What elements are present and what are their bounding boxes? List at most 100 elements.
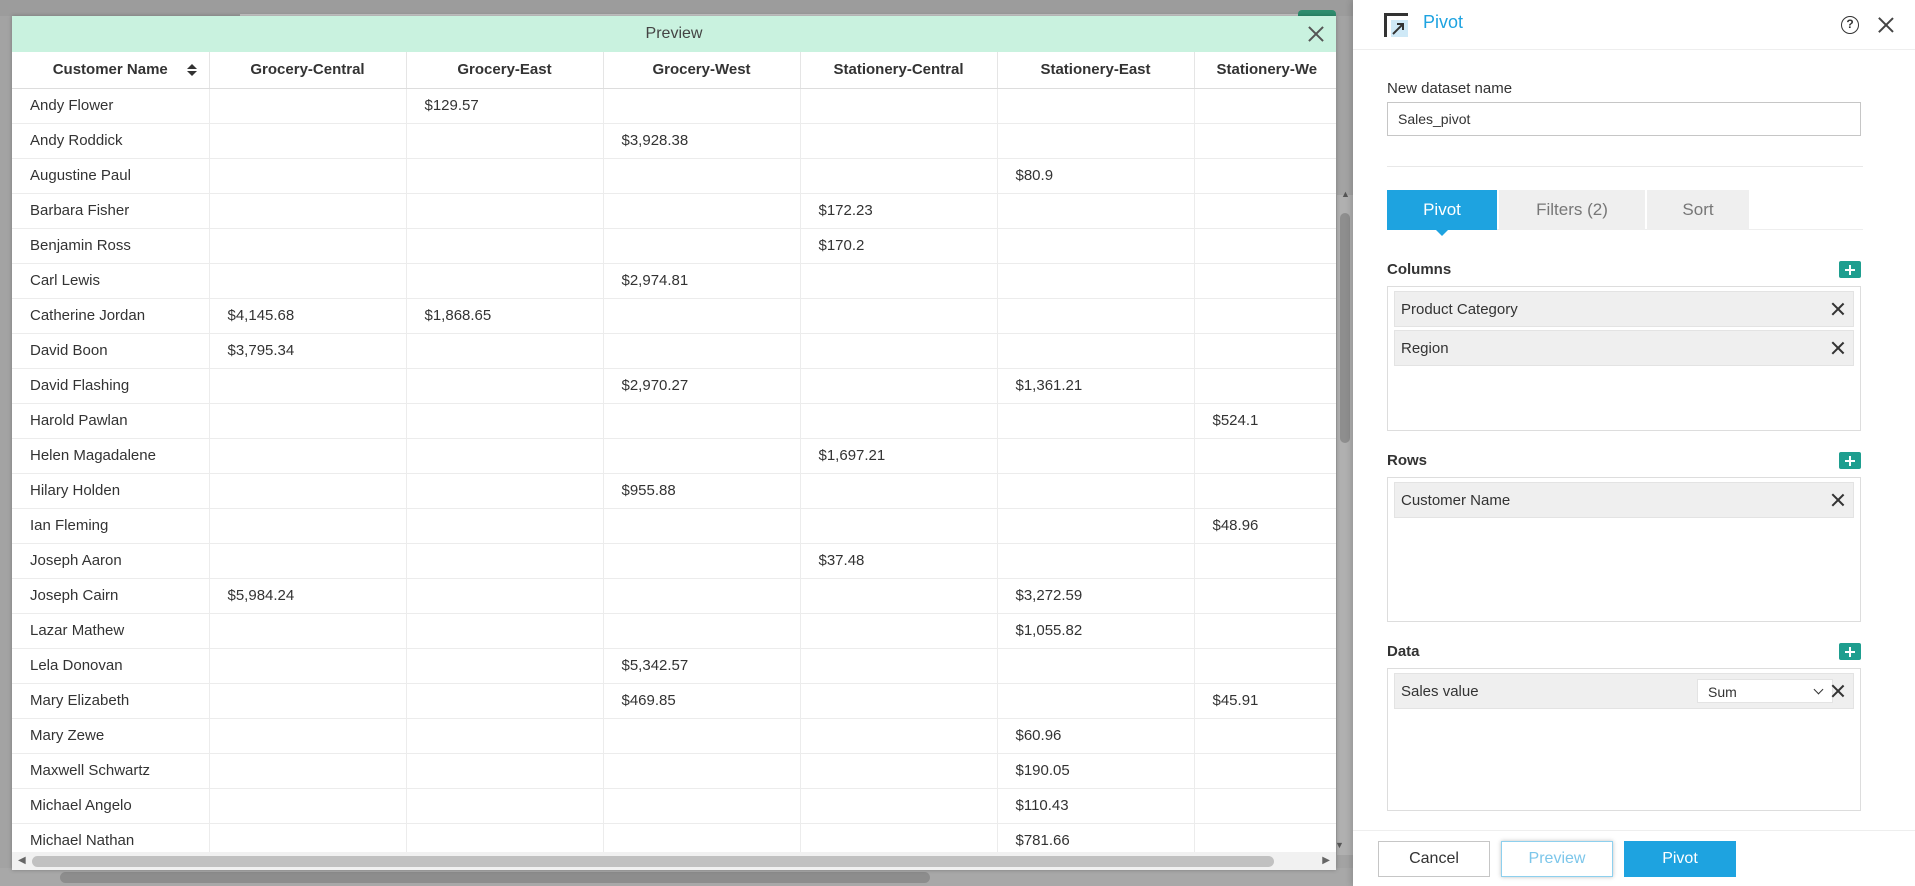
scroll-left-icon[interactable]: ◀: [18, 855, 26, 866]
column-header[interactable]: Stationery-Central: [800, 52, 998, 89]
value-cell: [406, 368, 604, 404]
customer-name-cell: Helen Magadalene: [12, 438, 210, 474]
table-row: Lela Donovan $5,342.57: [12, 648, 1336, 684]
value-cell: [997, 543, 1195, 579]
remove-icon[interactable]: [1831, 302, 1845, 316]
add-column-button[interactable]: [1839, 261, 1861, 278]
value-cell: [406, 753, 604, 789]
value-cell: [209, 823, 407, 852]
background-horizontal-scrollbar[interactable]: [0, 868, 1355, 886]
value-cell: [997, 263, 1195, 299]
sort-icon[interactable]: [186, 64, 197, 76]
customer-name-cell: Andy Flower: [12, 88, 210, 124]
preview-button[interactable]: Preview: [1501, 841, 1613, 877]
value-cell: $37.48: [800, 543, 998, 579]
column-chip[interactable]: Region: [1394, 330, 1854, 366]
panel-tabs: Pivot Filters (2) Sort: [1387, 190, 1863, 236]
value-cell: $524.1: [1194, 403, 1336, 439]
close-icon[interactable]: [1875, 14, 1897, 36]
value-cell: [209, 648, 407, 684]
customer-name-cell: David Flashing: [12, 368, 210, 404]
preview-horizontal-scrollbar[interactable]: ◀ ▶: [12, 852, 1336, 870]
value-cell: [1194, 613, 1336, 649]
value-cell: [209, 683, 407, 719]
column-header-customer-name[interactable]: Customer Name: [12, 52, 210, 89]
preview-table-container[interactable]: Customer Name Grocery-Central Grocery-Ea…: [12, 52, 1336, 852]
remove-icon[interactable]: [1831, 684, 1845, 698]
value-cell: [406, 158, 604, 194]
value-cell: [800, 403, 998, 439]
table-row: Helen Magadalene $1,697.21: [12, 438, 1336, 474]
row-chip[interactable]: Customer Name: [1394, 482, 1854, 518]
add-data-button[interactable]: [1839, 643, 1861, 660]
value-cell: [997, 403, 1195, 439]
value-cell: [1194, 788, 1336, 824]
value-cell: [209, 543, 407, 579]
preview-modal: Preview Customer Name Grocery-Central Gr…: [12, 16, 1336, 870]
dataset-name-label: New dataset name: [1387, 80, 1513, 97]
add-row-button[interactable]: [1839, 452, 1861, 469]
customer-name-cell: Lela Donovan: [12, 648, 210, 684]
value-cell: [209, 228, 407, 264]
scroll-thumb[interactable]: [32, 856, 1274, 867]
value-cell: [1194, 368, 1336, 404]
value-cell: $4,145.68: [209, 298, 407, 334]
column-header[interactable]: Grocery-Central: [209, 52, 407, 89]
rows-drop-zone[interactable]: Customer Name: [1387, 477, 1861, 622]
remove-icon[interactable]: [1831, 493, 1845, 507]
value-cell: [209, 718, 407, 754]
remove-icon[interactable]: [1831, 341, 1845, 355]
customer-name-cell: Harold Pawlan: [12, 403, 210, 439]
column-header[interactable]: Grocery-West: [603, 52, 801, 89]
customer-name-cell: Joseph Cairn: [12, 578, 210, 614]
preview-title: Preview: [645, 25, 703, 42]
value-cell: [209, 613, 407, 649]
value-cell: $170.2: [800, 228, 998, 264]
tab-filters[interactable]: Filters (2): [1499, 190, 1645, 230]
column-chip[interactable]: Product Category: [1394, 291, 1854, 327]
dataset-name-input[interactable]: [1387, 102, 1861, 136]
value-cell: [800, 823, 998, 852]
tab-pivot[interactable]: Pivot: [1387, 190, 1497, 236]
value-cell: [800, 578, 998, 614]
data-drop-zone[interactable]: Sales value Sum: [1387, 668, 1861, 811]
value-cell: [1194, 263, 1336, 299]
value-cell: [800, 648, 998, 684]
customer-name-cell: Andy Roddick: [12, 123, 210, 159]
column-header[interactable]: Stationery-East: [997, 52, 1195, 89]
panel-footer: Cancel Preview Pivot: [1353, 830, 1915, 886]
column-header[interactable]: Grocery-East: [406, 52, 604, 89]
table-row: David Flashing $2,970.27 $1,361.21: [12, 368, 1336, 404]
value-cell: $781.66: [997, 823, 1195, 852]
value-cell: [997, 333, 1195, 369]
scroll-down-icon[interactable]: ▼: [1335, 840, 1344, 850]
columns-drop-zone[interactable]: Product Category Region: [1387, 286, 1861, 431]
scroll-up-icon[interactable]: ▲: [1341, 189, 1350, 199]
scroll-right-icon[interactable]: ▶: [1322, 855, 1330, 866]
value-cell: [1194, 718, 1336, 754]
cancel-button[interactable]: Cancel: [1378, 841, 1490, 877]
table-row: Augustine Paul $80.9: [12, 158, 1336, 194]
value-cell: [1194, 333, 1336, 369]
tab-sort[interactable]: Sort: [1647, 190, 1749, 230]
data-chip[interactable]: Sales value Sum: [1394, 673, 1854, 709]
table-row: Joseph Aaron $37.48: [12, 543, 1336, 579]
column-header[interactable]: Stationery-We: [1194, 52, 1336, 89]
pivot-icon: [1384, 13, 1408, 37]
value-cell: [603, 543, 801, 579]
table-row: Ian Fleming $48.96: [12, 508, 1336, 544]
aggregation-select[interactable]: Sum: [1697, 679, 1833, 703]
close-icon[interactable]: [1304, 22, 1328, 46]
value-cell: [406, 718, 604, 754]
value-cell: [603, 823, 801, 852]
pivot-button[interactable]: Pivot: [1624, 841, 1736, 877]
background-vertical-scrollbar[interactable]: ▲: [1337, 189, 1353, 855]
value-cell: [800, 718, 998, 754]
value-cell: [1194, 543, 1336, 579]
customer-name-cell: Hilary Holden: [12, 473, 210, 509]
help-icon[interactable]: ?: [1841, 16, 1859, 34]
scroll-thumb[interactable]: [60, 872, 930, 883]
value-cell: $172.23: [800, 193, 998, 229]
value-cell: [603, 753, 801, 789]
scroll-thumb[interactable]: [1340, 213, 1350, 443]
